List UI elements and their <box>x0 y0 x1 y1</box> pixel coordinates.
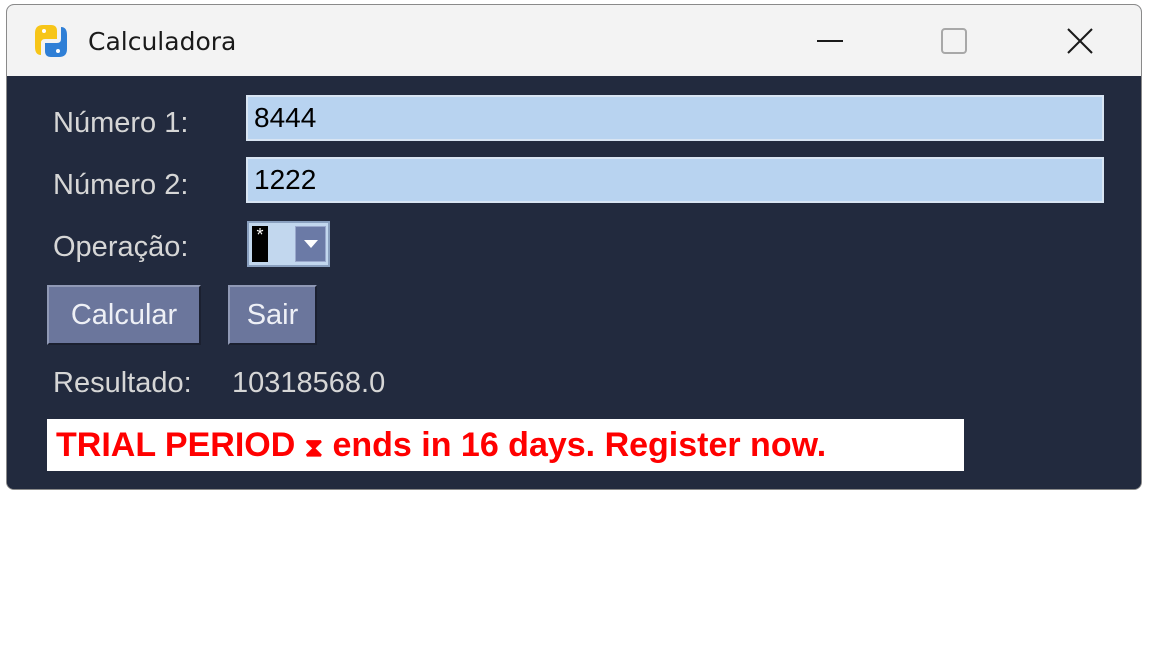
operacao-label: Operação: <box>53 231 189 263</box>
numero2-label: Número 2: <box>53 169 189 201</box>
minimize-icon <box>817 40 843 42</box>
trial-banner[interactable]: TRIAL PERIOD ⧗ ends in 16 days. Register… <box>47 419 964 471</box>
close-button[interactable] <box>1057 19 1103 63</box>
chevron-down-icon <box>303 240 318 248</box>
calculator-form: Número 1: Número 2: Operação: * Calcular… <box>7 76 1141 489</box>
numero2-input[interactable] <box>246 157 1104 203</box>
numero1-input[interactable] <box>246 95 1104 141</box>
window-title: Calculadora <box>88 27 237 56</box>
python-icon <box>35 25 67 57</box>
result-label: Resultado: <box>53 367 192 399</box>
operacao-select[interactable]: * <box>247 221 330 267</box>
minimize-button[interactable] <box>807 19 853 63</box>
operacao-selected-value: * <box>252 226 268 262</box>
result-value: 10318568.0 <box>232 367 386 399</box>
maximize-button[interactable] <box>931 19 977 63</box>
title-bar[interactable]: Calculadora <box>7 5 1141 76</box>
calculator-window: Calculadora Número 1: Número 2: Operação… <box>6 4 1142 490</box>
dropdown-button[interactable] <box>295 226 326 262</box>
trial-prefix: TRIAL PERIOD <box>56 426 305 464</box>
trial-suffix: ends in 16 days. Register now. <box>323 426 827 464</box>
sair-button[interactable]: Sair <box>228 285 317 345</box>
numero1-label: Número 1: <box>53 107 189 139</box>
close-icon <box>1067 28 1093 54</box>
calcular-button[interactable]: Calcular <box>47 285 201 345</box>
hourglass-icon: ⧗ <box>304 433 323 463</box>
maximize-icon <box>941 28 967 54</box>
